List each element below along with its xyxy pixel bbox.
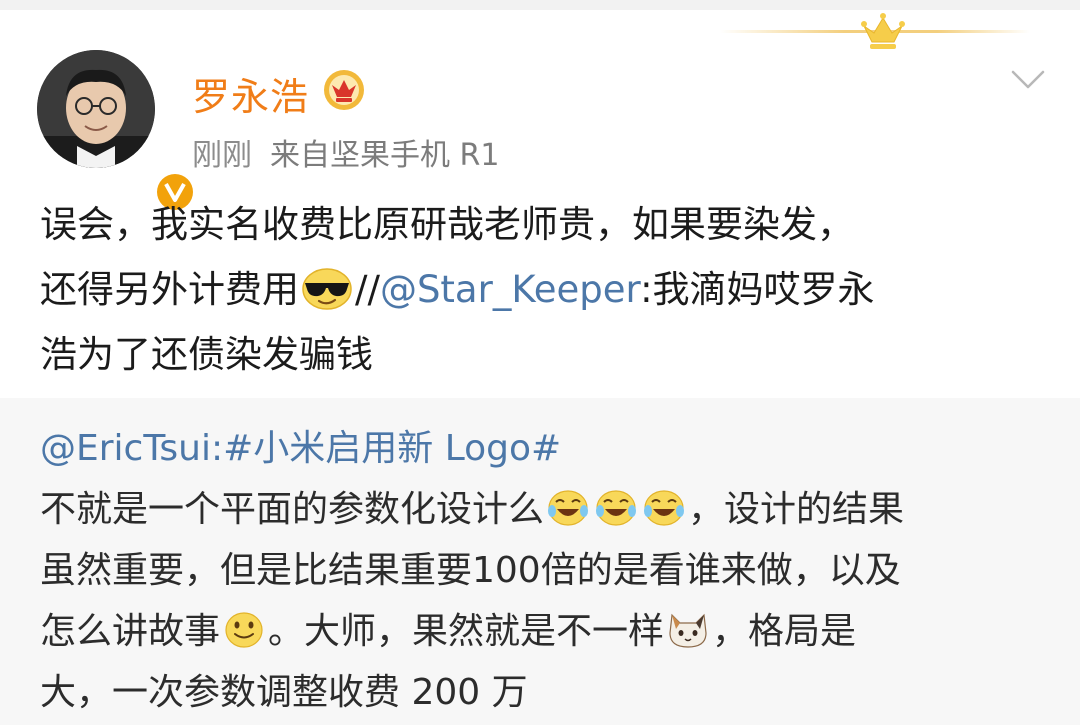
post-line-2: 还得另外计费用 //@Star_Keeper:我滴妈哎罗永 (40, 257, 1050, 322)
quote-body: @EricTsui:#小米启用新 Logo# 不就是一个平面的参数化设计么 ，设… (40, 418, 1050, 723)
post-header: 罗永浩 刚刚 来自坚果手机 R1 (0, 10, 1080, 214)
quote-text-segment: ，设计的结果 (688, 489, 905, 530)
quote-mention-link[interactable]: @EricTsui (40, 428, 211, 469)
sunglasses-emoji-icon (302, 267, 352, 310)
post-time: 刚刚 (192, 138, 252, 173)
top-divider-strip (0, 0, 1080, 10)
avatar-photo (37, 50, 155, 168)
quote-text-segment: 不就是一个平面的参数化设计么 (40, 489, 545, 530)
post-body: 误会，我实名收费比原研哉老师贵，如果要染发， 还得另外计费用 //@Star_K… (40, 192, 1050, 387)
post-separator: // (355, 268, 380, 311)
quote-line-5: 大，一次参数调整收费 200 万 (40, 672, 528, 713)
post-meta: 刚刚 来自坚果手机 R1 (192, 130, 499, 174)
username[interactable]: 罗永浩 (192, 66, 309, 121)
post-text-segment: :我滴妈哎罗永 (640, 268, 875, 311)
repost-quote-box[interactable]: @EricTsui:#小米启用新 Logo# 不就是一个平面的参数化设计么 ，设… (0, 398, 1080, 725)
topic-link[interactable]: :#小米启用新 Logo# (211, 428, 561, 469)
quote-line-3: 虽然重要，但是比结果重要100倍的是看谁来做，以及 (40, 550, 901, 591)
chevron-down-icon[interactable] (1010, 68, 1046, 92)
quote-line-4: 怎么讲故事 。大师，果然就是不一样 ，格局是 (40, 601, 1050, 662)
laugh-tears-emoji-icon (548, 490, 589, 526)
laugh-tears-emoji-icon (644, 490, 685, 526)
avatar[interactable] (37, 50, 197, 214)
quote-line-2: 不就是一个平面的参数化设计么 ，设计的结果 (40, 479, 1050, 540)
quote-text-segment: 。大师，果然就是不一样 (268, 611, 665, 652)
smile-emoji-icon (225, 612, 263, 648)
vip-crown-icon[interactable] (322, 68, 366, 112)
quote-text-segment: ，格局是 (712, 611, 857, 652)
post-line-1: 误会，我实名收费比原研哉老师贵，如果要染发， (40, 203, 854, 246)
laugh-tears-emoji-icon (596, 490, 637, 526)
post-source[interactable]: 来自坚果手机 R1 (270, 138, 499, 173)
quote-line-1: @EricTsui:#小米启用新 Logo# (40, 418, 1050, 479)
cat-face-emoji-icon (669, 613, 707, 648)
post-text-segment: 还得另外计费用 (40, 268, 299, 311)
mention-link[interactable]: @Star_Keeper (380, 268, 640, 311)
post-line-3: 浩为了还债染发骗钱 (40, 333, 373, 376)
quote-text-segment: 怎么讲故事 (40, 611, 221, 652)
